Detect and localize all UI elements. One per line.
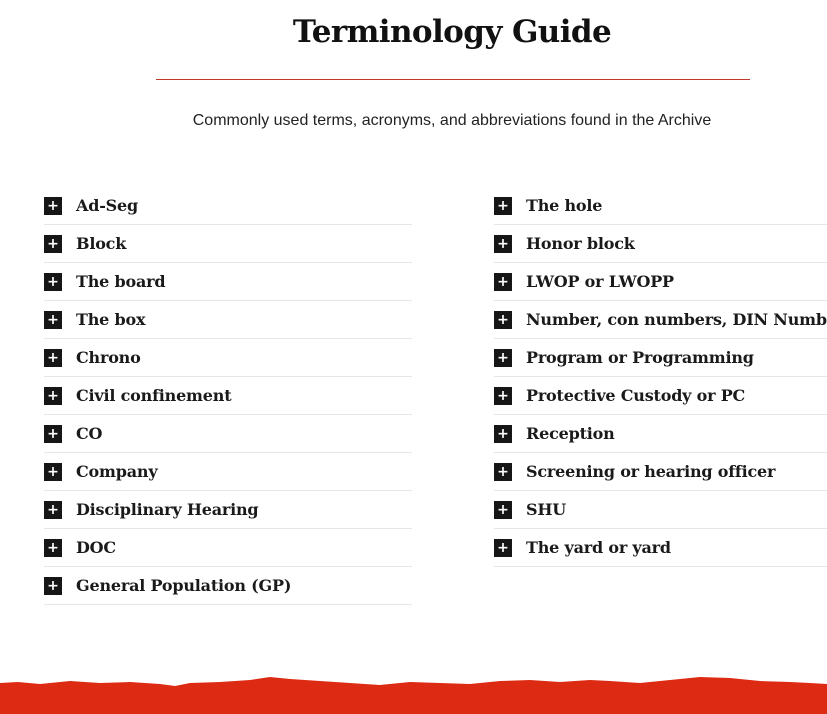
term-item[interactable]: + The box (44, 301, 412, 339)
terms-column-right: + The hole + Honor block + LWOP or LWOPP + Numb… (494, 187, 827, 567)
term-label: LWOP or LWOPP (526, 272, 674, 291)
term-label: Company (76, 462, 158, 481)
plus-icon[interactable]: + (44, 386, 62, 405)
term-item[interactable]: + The hole (494, 187, 827, 225)
torn-footer-band (0, 677, 827, 714)
term-item[interactable]: + Screening or hearing officer (494, 453, 827, 491)
term-item[interactable]: + Ad-Seg (44, 187, 412, 225)
plus-icon[interactable]: + (494, 424, 512, 443)
term-item[interactable]: + DOC (44, 529, 412, 567)
term-item[interactable]: + The yard or yard (494, 529, 827, 567)
plus-icon[interactable]: + (44, 310, 62, 329)
plus-icon[interactable]: + (44, 348, 62, 367)
plus-icon[interactable]: + (44, 424, 62, 443)
plus-icon[interactable]: + (44, 500, 62, 519)
term-label: Civil confinement (76, 386, 232, 405)
plus-icon[interactable]: + (494, 272, 512, 291)
plus-icon[interactable]: + (494, 310, 512, 329)
term-item[interactable]: + Company (44, 453, 412, 491)
term-item[interactable]: + Program or Programming (494, 339, 827, 377)
term-label: Program or Programming (526, 348, 754, 367)
page-subtitle: Commonly used terms, acronyms, and abbre… (192, 112, 712, 129)
term-label: The box (76, 310, 146, 329)
plus-icon[interactable]: + (44, 272, 62, 291)
plus-icon[interactable]: + (44, 538, 62, 557)
term-item[interactable]: + General Population (GP) (44, 567, 412, 605)
term-label: CO (76, 424, 103, 443)
plus-icon[interactable]: + (494, 500, 512, 519)
term-label: The hole (526, 196, 603, 215)
term-label: The yard or yard (526, 538, 671, 557)
term-label: Disciplinary Hearing (76, 500, 259, 519)
term-item[interactable]: + SHU (494, 491, 827, 529)
term-item[interactable]: + CO (44, 415, 412, 453)
term-label: Ad-Seg (76, 196, 138, 215)
plus-icon[interactable]: + (494, 538, 512, 557)
term-label: Screening or hearing officer (526, 462, 776, 481)
term-item[interactable]: + Disciplinary Hearing (44, 491, 412, 529)
term-label: General Population (GP) (76, 576, 292, 595)
term-label: SHU (526, 500, 567, 519)
term-label: Reception (526, 424, 615, 443)
term-item[interactable]: + Chrono (44, 339, 412, 377)
term-item[interactable]: + Honor block (494, 225, 827, 263)
plus-icon[interactable]: + (44, 576, 62, 595)
plus-icon[interactable]: + (494, 348, 512, 367)
plus-icon[interactable]: + (44, 234, 62, 253)
page-title: Terminology Guide (292, 14, 612, 50)
plus-icon[interactable]: + (494, 234, 512, 253)
term-item[interactable]: + Protective Custody or PC (494, 377, 827, 415)
plus-icon[interactable]: + (494, 462, 512, 481)
title-divider (156, 79, 750, 80)
term-item[interactable]: + LWOP or LWOPP (494, 263, 827, 301)
term-item[interactable]: + Block (44, 225, 412, 263)
terms-column-left: + Ad-Seg + Block + The board + The box + Chrono + C… (44, 187, 412, 605)
term-label: Honor block (526, 234, 635, 253)
term-label: Number, con numbers, DIN Number (526, 310, 827, 329)
term-label: DOC (76, 538, 116, 557)
term-item[interactable]: + The board (44, 263, 412, 301)
term-item[interactable]: + Reception (494, 415, 827, 453)
plus-icon[interactable]: + (494, 196, 512, 215)
plus-icon[interactable]: + (44, 196, 62, 215)
term-item[interactable]: + Civil confinement (44, 377, 412, 415)
term-label: Block (76, 234, 127, 253)
plus-icon[interactable]: + (44, 462, 62, 481)
plus-icon[interactable]: + (494, 386, 512, 405)
term-label: Protective Custody or PC (526, 386, 746, 405)
term-label: The board (76, 272, 166, 291)
term-label: Chrono (76, 348, 141, 367)
term-item[interactable]: + Number, con numbers, DIN Number (494, 301, 827, 339)
